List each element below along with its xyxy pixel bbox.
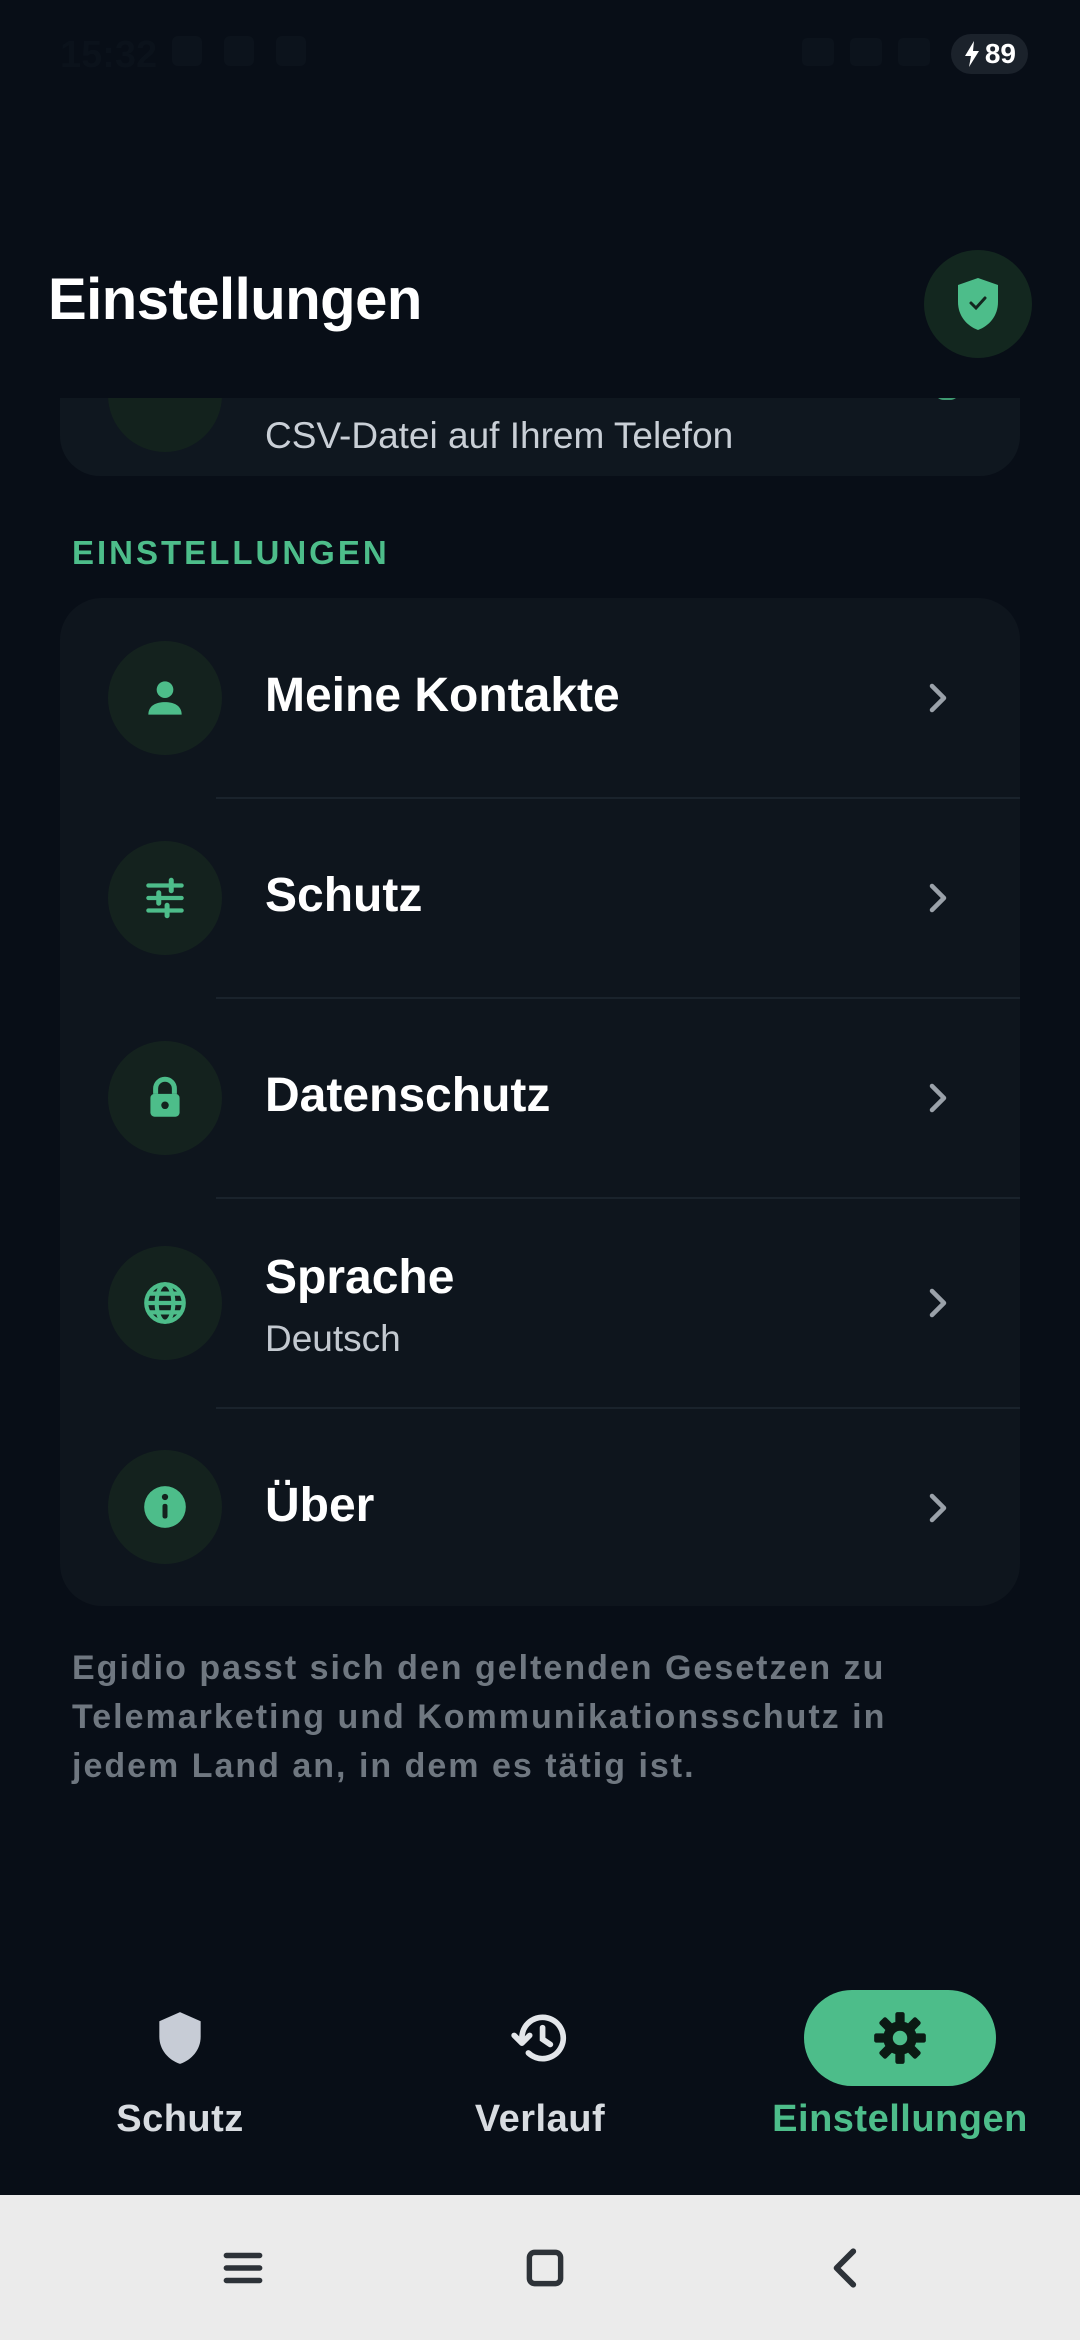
settings-item-title: Meine Kontakte [265, 669, 620, 722]
export-card-subtitle: CSV-Datei auf Ihrem Telefon [265, 415, 734, 456]
lock-icon [108, 1041, 222, 1155]
nav-icon-container [444, 1990, 636, 2086]
location-icon [172, 36, 202, 66]
nav-tab-label: Schutz [116, 2098, 244, 2140]
settings-item-about[interactable]: Über [60, 1408, 1020, 1606]
home-icon[interactable] [520, 2243, 570, 2293]
nav-tab-label: Einstellungen [772, 2098, 1028, 2140]
chevron-right-icon [929, 1493, 947, 1523]
section-label: EINSTELLUNGEN [72, 534, 390, 571]
settings-item-language[interactable]: Sprache Deutsch [60, 1198, 1020, 1408]
status-bar: 15:32 89 [0, 0, 1080, 110]
settings-item-contacts[interactable]: Meine Kontakte [60, 598, 1020, 798]
chevron-icon [934, 398, 960, 400]
scroll-clip-region: CSV-Datei auf Ihrem Telefon [0, 398, 1080, 488]
chevron-right-icon [929, 683, 947, 713]
settings-item-title: Sprache [265, 1251, 455, 1304]
back-icon[interactable] [822, 2243, 872, 2293]
status-time: 15:32 [60, 34, 158, 76]
charging-bolt-icon [964, 41, 979, 67]
nav-tab-protection[interactable]: Schutz [0, 1960, 360, 2195]
settings-item-title: Über [265, 1479, 375, 1532]
export-icon [108, 398, 222, 452]
protection-status-button[interactable] [924, 250, 1032, 358]
status-notification-icons [172, 36, 306, 66]
hotspot-icon [802, 38, 834, 66]
menu-icon[interactable] [218, 2243, 268, 2293]
chevron-right-icon [929, 1083, 947, 1113]
info-icon [108, 1450, 222, 1564]
chevron-right-icon [929, 1288, 947, 1318]
settings-screen: 15:32 89 Einstellungen CSV-Datei auf Ihr… [0, 0, 1080, 2340]
chevron-right-icon [929, 883, 947, 913]
page-title: Einstellungen [48, 267, 422, 332]
settings-item-title: Schutz [265, 869, 423, 922]
nav-icon-container-active [804, 1990, 996, 2086]
usb-icon [276, 36, 306, 66]
battery-indicator: 89 [950, 34, 1028, 74]
settings-item-privacy[interactable]: Datenschutz [60, 998, 1020, 1198]
legal-note: Egidio passt sich den geltenden Gesetzen… [72, 1649, 887, 1785]
settings-item-title: Datenschutz [265, 1069, 551, 1122]
nav-tab-label: Verlauf [474, 2098, 606, 2140]
sliders-icon [108, 841, 222, 955]
history-icon [511, 2014, 567, 2062]
person-icon [108, 641, 222, 755]
nav-tab-settings[interactable]: Einstellungen [720, 1960, 1080, 2195]
settings-item-subtitle: Deutsch [265, 1318, 401, 1359]
settings-item-protection[interactable]: Schutz [60, 798, 1020, 998]
screenshot-icon [224, 36, 254, 66]
nav-tab-history[interactable]: Verlauf [360, 1960, 720, 2195]
settings-list: Meine Kontakte Schutz Datenschutz Sprach… [60, 598, 1020, 1606]
bottom-navigation: Schutz Verlauf Einstellungen [0, 1960, 1080, 2195]
signal-icon [898, 38, 930, 66]
network-icon [850, 38, 882, 66]
gear-icon [874, 2012, 926, 2064]
battery-level: 89 [984, 38, 1016, 69]
nav-icon-container [84, 1990, 276, 2086]
system-navigation-bar [0, 2195, 1080, 2340]
status-system-icons [802, 38, 930, 66]
shield-icon [159, 2012, 201, 2064]
export-card[interactable]: CSV-Datei auf Ihrem Telefon [60, 398, 1020, 476]
shield-check-icon [958, 278, 998, 330]
globe-icon [108, 1246, 222, 1360]
